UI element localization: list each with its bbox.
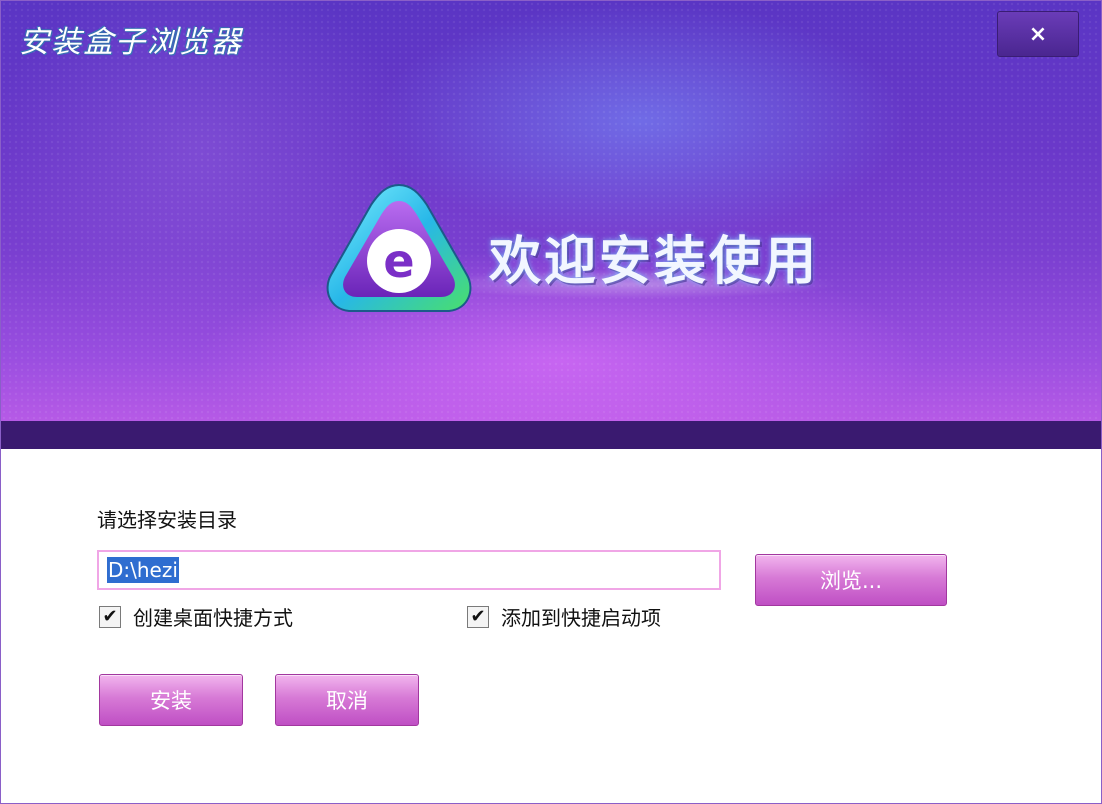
banner-texture	[1, 1, 1101, 421]
installer-window: 安装盒子浏览器 × e 欢迎安装使用 请选择安装目录 D:\hezi 浏览...…	[0, 0, 1102, 804]
browser-logo: e	[326, 183, 472, 312]
desktop-shortcut-label: 创建桌面快捷方式	[133, 606, 293, 630]
startup-item-label: 添加到快捷启动项	[501, 606, 661, 630]
startup-item-checkbox[interactable]: ✔ 添加到快捷启动项	[467, 602, 661, 631]
checkmark-icon: ✔	[467, 605, 489, 628]
header-banner: 安装盒子浏览器 × e 欢迎安装使用	[1, 1, 1101, 421]
cancel-button[interactable]: 取消	[275, 674, 419, 726]
install-button[interactable]: 安装	[99, 674, 243, 726]
close-icon: ×	[1028, 21, 1048, 47]
window-title: 安装盒子浏览器	[19, 25, 243, 60]
logo-letter: e	[383, 234, 414, 288]
install-path-input[interactable]: D:\hezi	[97, 550, 721, 590]
browse-button[interactable]: 浏览...	[755, 554, 947, 606]
banner-divider-strip	[1, 421, 1101, 449]
close-button[interactable]: ×	[997, 11, 1079, 57]
checkmark-icon: ✔	[99, 605, 121, 628]
install-directory-label: 请选择安装目录	[97, 508, 237, 532]
desktop-shortcut-checkbox[interactable]: ✔ 创建桌面快捷方式	[99, 602, 293, 631]
welcome-heading: 欢迎安装使用	[489, 232, 820, 292]
install-path-value: D:\hezi	[107, 557, 179, 583]
